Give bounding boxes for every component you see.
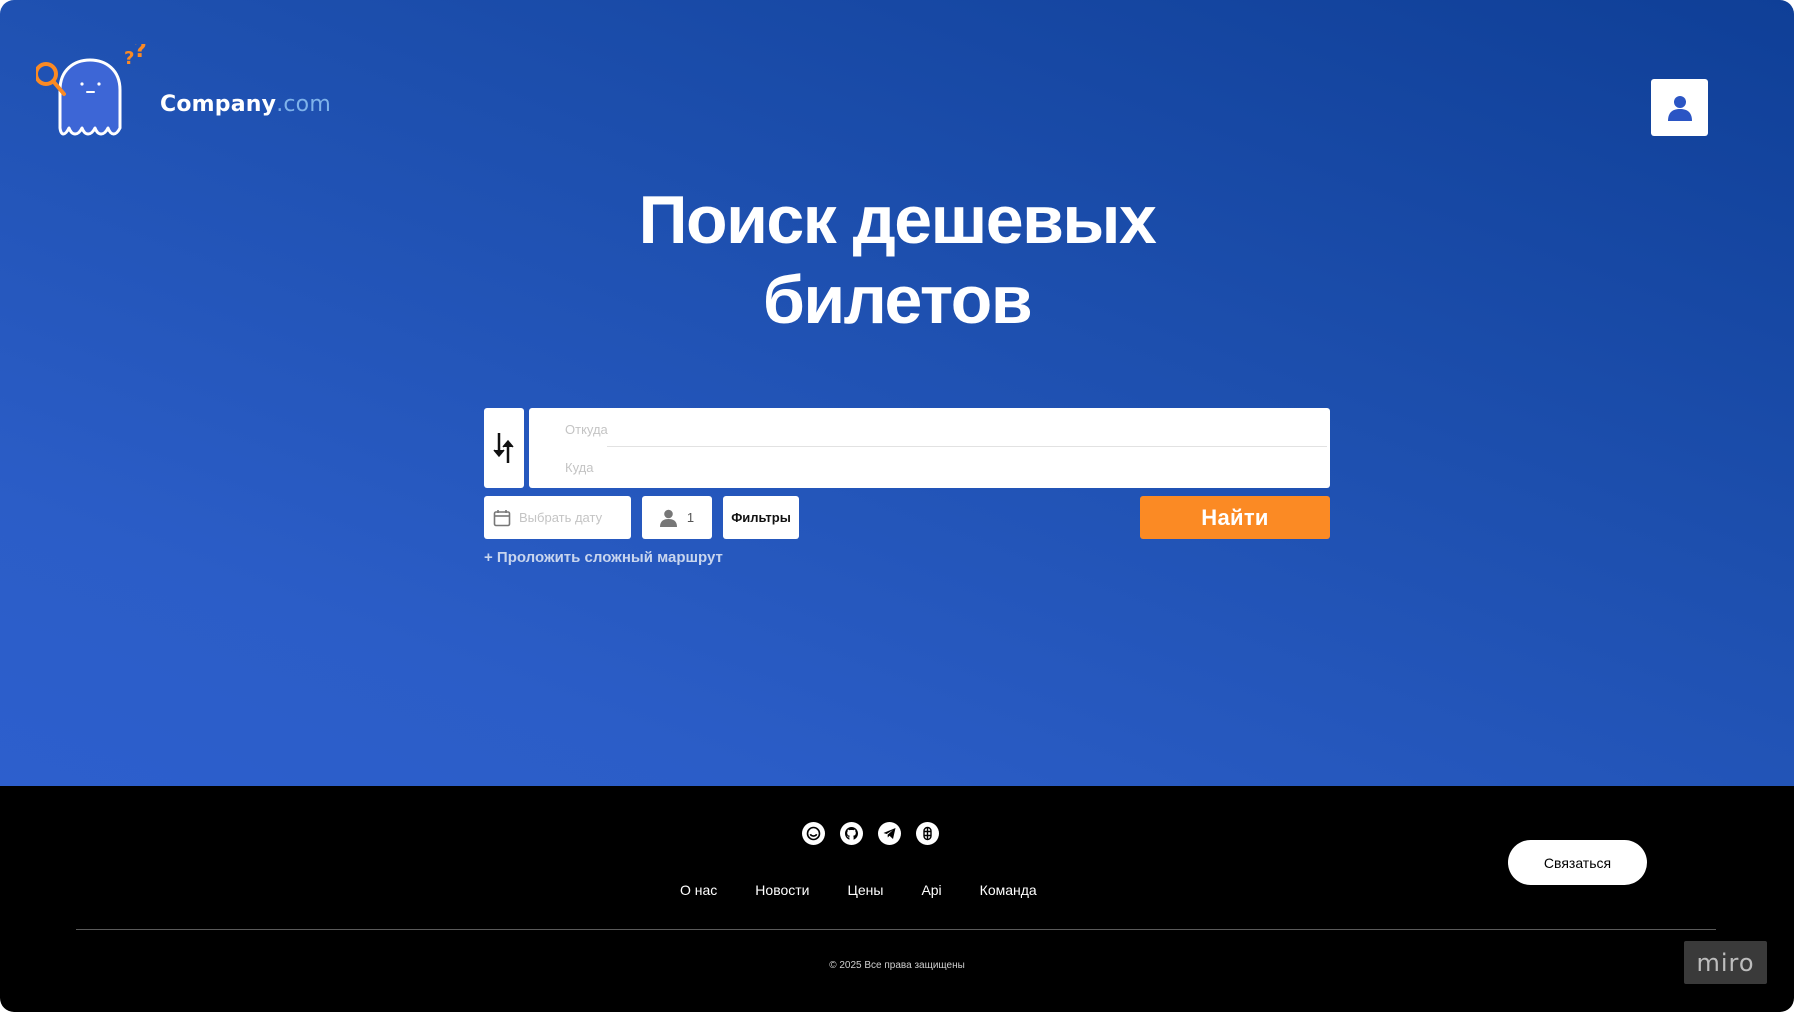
ghost-with-magnifier-icon: ? ? — [36, 44, 146, 136]
copyright-text: © 2025 Все права защищены — [829, 960, 965, 971]
footer — [0, 786, 1794, 1012]
calendar-icon — [493, 509, 511, 526]
page-title-line-1: Поиск дешевых — [638, 182, 1157, 258]
svg-text:?: ? — [134, 44, 146, 63]
swap-arrows-icon — [493, 433, 514, 463]
footer-divider — [76, 929, 1716, 930]
smile-icon[interactable] — [802, 822, 825, 845]
contact-button[interactable]: Связаться — [1508, 840, 1647, 885]
brand-domain: .com — [276, 92, 331, 117]
svg-text:?: ? — [124, 48, 134, 69]
github-icon[interactable] — [840, 822, 863, 845]
search-button[interactable]: Найти — [1140, 496, 1330, 539]
from-input[interactable] — [563, 413, 1327, 445]
footer-link-news[interactable]: Новости — [755, 882, 809, 898]
page-title: Поиск дешевых билетов — [547, 180, 1247, 340]
page: ? ? Company.com Поиск дешевых билетов От… — [0, 0, 1794, 1012]
swap-route-button[interactable] — [484, 408, 524, 488]
figma-icon[interactable] — [916, 822, 939, 845]
telegram-icon[interactable] — [878, 822, 901, 845]
footer-link-about[interactable]: О нас — [680, 882, 717, 898]
passengers-selector[interactable]: 1 — [642, 496, 712, 539]
logo[interactable]: ? ? Company.com — [36, 44, 336, 154]
filters-button[interactable]: Фильтры — [723, 496, 799, 539]
passengers-count: 1 — [686, 510, 695, 525]
footer-nav: О нас Новости Цены Api Команда — [680, 882, 1037, 898]
hero-section: ? ? Company.com Поиск дешевых билетов От… — [0, 0, 1794, 786]
date-picker[interactable]: Выбрать дату — [484, 496, 631, 539]
brand-name: Company.com — [160, 92, 331, 117]
complex-route-link[interactable]: + Проложить сложный маршрут — [484, 549, 723, 566]
route-divider — [607, 446, 1327, 447]
brand-name-main: Company — [160, 92, 277, 117]
page-title-line-2: билетов — [762, 262, 1033, 338]
to-input[interactable] — [563, 451, 1327, 483]
user-icon — [659, 509, 677, 527]
footer-link-api[interactable]: Api — [921, 882, 941, 898]
footer-link-prices[interactable]: Цены — [848, 882, 884, 898]
date-placeholder: Выбрать дату — [519, 510, 603, 525]
miro-badge[interactable]: miro — [1684, 941, 1767, 984]
footer-link-team[interactable]: Команда — [980, 882, 1037, 898]
user-icon — [1667, 95, 1692, 121]
social-links — [802, 822, 939, 845]
profile-button[interactable] — [1651, 79, 1708, 136]
